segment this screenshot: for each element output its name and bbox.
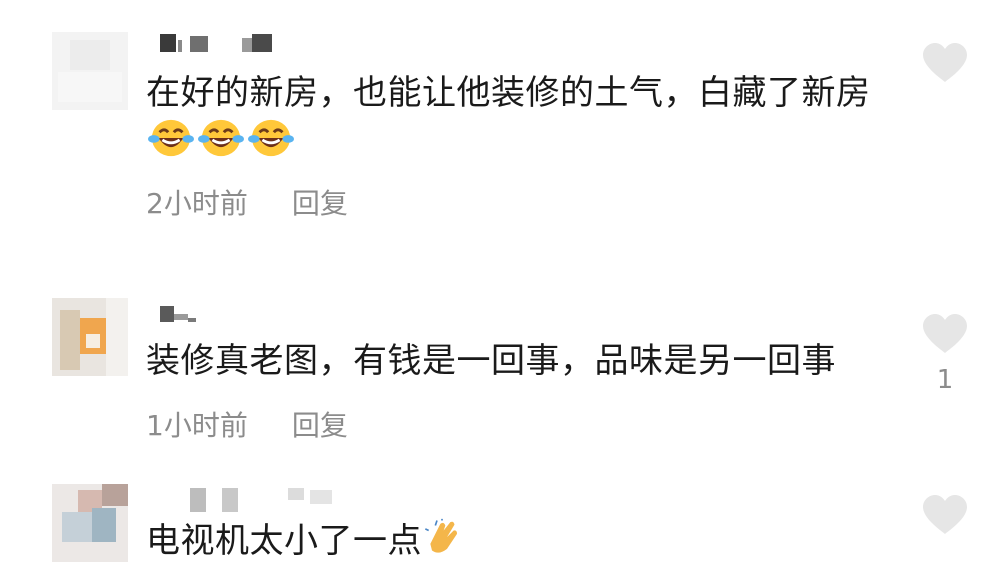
laughing-crying-emoji-icon <box>148 119 194 157</box>
username[interactable] <box>160 34 290 54</box>
avatar[interactable] <box>52 32 128 110</box>
comment-text-content: 在好的新房，也能让他装修的土气，白藏了新房 <box>146 73 871 113</box>
comment-text: 电视机太小了一点 <box>146 518 906 564</box>
reply-button[interactable]: 回复 <box>292 182 348 222</box>
heart-icon <box>923 495 967 534</box>
comment-text: 在好的新房，也能让他装修的土气，白藏了新房 <box>146 70 906 162</box>
username[interactable] <box>160 488 332 512</box>
heart-icon <box>923 314 967 353</box>
emoji-group <box>148 116 294 160</box>
like-button[interactable]: 1 <box>918 313 972 395</box>
comment-text: 装修真老图，有钱是一回事，品味是另一回事 <box>146 338 906 384</box>
laughing-crying-emoji-icon <box>198 119 244 157</box>
comment-time: 1小时前 <box>146 409 248 442</box>
username[interactable] <box>160 306 290 326</box>
comment-meta: 1小时前 回复 <box>146 404 348 444</box>
comment-meta: 2小时前 回复 <box>146 182 348 222</box>
like-button[interactable] <box>918 494 972 536</box>
laughing-crying-emoji-icon <box>248 119 294 157</box>
avatar[interactable] <box>52 298 128 376</box>
heart-icon <box>923 43 967 82</box>
avatar[interactable] <box>52 484 128 562</box>
comment-time: 2小时前 <box>146 187 248 220</box>
like-count: 1 <box>936 365 954 395</box>
reply-button[interactable]: 回复 <box>292 404 348 444</box>
clapping-hands-emoji-icon <box>424 518 457 553</box>
like-button[interactable] <box>918 42 972 94</box>
comment-text-content: 电视机太小了一点 <box>146 521 422 561</box>
comment-text-content: 装修真老图，有钱是一回事，品味是另一回事 <box>146 341 836 381</box>
